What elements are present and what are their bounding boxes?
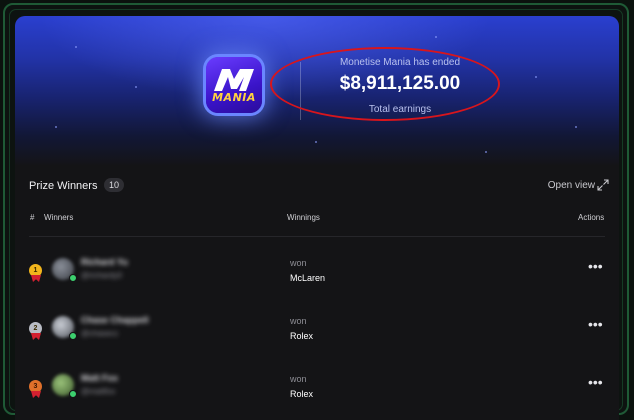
- column-header-actions: Actions: [578, 213, 605, 222]
- won-label: won: [290, 258, 307, 268]
- bronze-medal-icon: 3: [29, 380, 43, 402]
- winner-name[interactable]: Matt Fox: [81, 373, 118, 383]
- section-title: Prize Winners: [29, 180, 98, 192]
- won-label: won: [290, 374, 307, 384]
- highlight-circle-annotation: [270, 47, 500, 121]
- column-header-number: #: [30, 213, 35, 222]
- winner-name[interactable]: Chase Chappell: [81, 315, 149, 325]
- mania-m-icon: [214, 69, 254, 91]
- table-row[interactable]: 3 Matt Fox @mattfox won Rolex •••: [15, 356, 619, 414]
- mania-logo-icon: MANIA: [206, 57, 262, 113]
- online-status-dot: [69, 332, 77, 340]
- online-status-dot: [69, 274, 77, 282]
- winner-handle: @mattfox: [81, 387, 116, 396]
- header-divider: [29, 236, 605, 237]
- prize-name: Rolex: [290, 331, 314, 341]
- table-row[interactable]: 1 Richard Yu @richardy0 won McLaren •••: [15, 240, 619, 298]
- medal-ribbon: [31, 391, 41, 398]
- gold-medal-icon: 1: [29, 264, 43, 286]
- winner-handle: @chasecc: [81, 329, 119, 338]
- won-label: won: [290, 316, 307, 326]
- medal-ribbon: [31, 333, 41, 340]
- expand-icon[interactable]: [597, 179, 609, 191]
- prize-name: Rolex: [290, 389, 314, 399]
- silver-medal-icon: 2: [29, 322, 43, 344]
- winner-handle: @richardy0: [81, 271, 123, 280]
- winner-name[interactable]: Richard Yu: [81, 257, 128, 267]
- logo-word: MANIA: [212, 91, 256, 104]
- prize-name: McLaren: [290, 273, 326, 283]
- event-banner: MANIA Monetise Mania has ended $8,911,12…: [15, 16, 619, 166]
- online-status-dot: [69, 390, 77, 398]
- more-horizontal-icon[interactable]: •••: [588, 374, 603, 390]
- more-horizontal-icon[interactable]: •••: [588, 316, 603, 332]
- more-horizontal-icon[interactable]: •••: [588, 258, 603, 274]
- medal-ribbon: [31, 275, 41, 282]
- table-row[interactable]: 2 Chase Chappell @chasecc won Rolex •••: [15, 298, 619, 356]
- winners-card: MANIA Monetise Mania has ended $8,911,12…: [15, 16, 619, 420]
- winner-count-badge: 10: [104, 178, 125, 192]
- open-view-link[interactable]: Open view: [548, 180, 595, 191]
- column-header-winnings[interactable]: Winnings: [287, 213, 320, 222]
- column-header-winners[interactable]: Winners: [44, 213, 73, 222]
